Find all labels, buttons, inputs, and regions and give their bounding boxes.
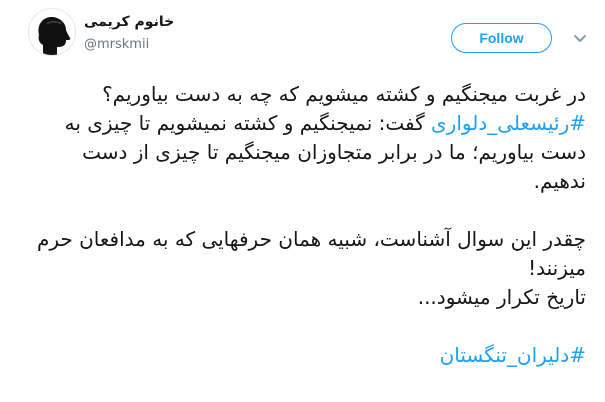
- tweet-paragraph: در غربت میجنگیم و کشته میشویم که چه به د…: [30, 80, 586, 196]
- tweet-paragraph: تاریخ تکرار میشود...: [417, 285, 586, 309]
- tweet-text: در غربت میجنگیم و کشته میشویم که چه به د…: [30, 80, 586, 370]
- tweet-paragraph: #دلیران_تنگستان: [30, 341, 586, 370]
- silhouette-avatar-icon: [29, 9, 75, 55]
- hashtag-link[interactable]: #رئیسعلی_دلواری: [431, 111, 586, 135]
- display-name[interactable]: خانوم کریمی: [84, 14, 174, 30]
- hashtag-link[interactable]: #دلیران_تنگستان: [440, 343, 586, 367]
- chevron-down-icon[interactable]: [572, 30, 588, 46]
- follow-button[interactable]: Follow: [451, 23, 552, 53]
- tweet-paragraph: چقدر این سوال آشناست، شبیه همان حرفهایی …: [36, 227, 586, 280]
- user-handle[interactable]: @mrskmii: [84, 37, 149, 52]
- avatar[interactable]: [28, 8, 76, 56]
- tweet-line: در غربت میجنگیم و کشته میشویم که چه به د…: [102, 82, 586, 106]
